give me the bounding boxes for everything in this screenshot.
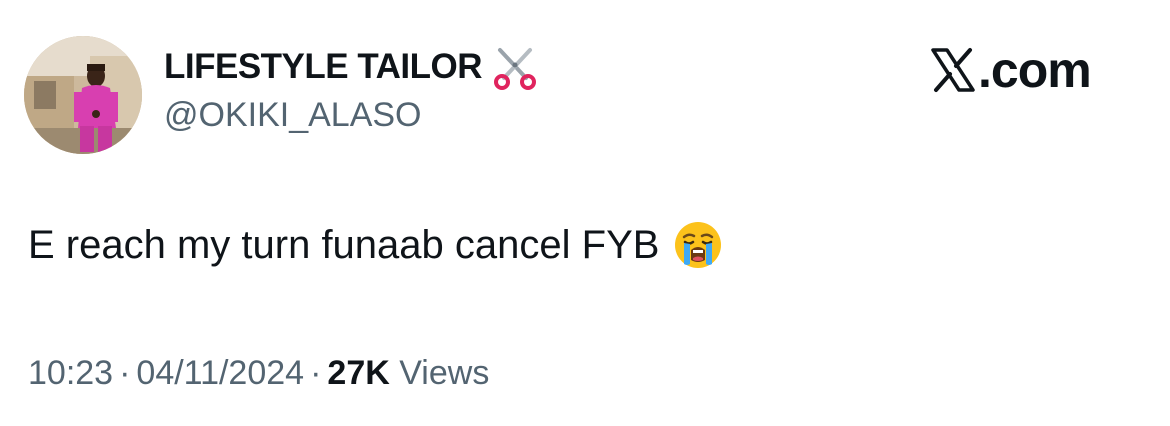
tweet-text: E reach my turn funaab cancel FYB [28, 220, 723, 270]
avatar[interactable] [24, 36, 142, 154]
tweet-date[interactable]: 04/11/2024 [136, 354, 304, 392]
tweet-time[interactable]: 10:23 [28, 354, 113, 392]
loudly-crying-face-icon [673, 220, 723, 270]
avatar-photo [24, 36, 142, 154]
author-display-name[interactable]: LIFESTYLE TAILOR [164, 47, 483, 87]
scissors-icon [492, 44, 538, 90]
x-logo-icon [930, 47, 976, 93]
tweet-meta: 10:23 · 04/11/2024 · 27K Views [28, 354, 489, 393]
author-handle[interactable]: @OKIKI_ALASO [164, 96, 422, 135]
views-label: Views [399, 354, 490, 392]
tweet-body: E reach my turn funaab cancel FYB [28, 222, 660, 267]
brand-text: .com [978, 42, 1092, 98]
meta-separator: · [119, 354, 131, 392]
author-name-row: LIFESTYLE TAILOR [164, 42, 538, 92]
views-count: 27K [327, 354, 390, 392]
meta-separator: · [310, 354, 322, 392]
brand-logo: .com [930, 40, 1092, 100]
